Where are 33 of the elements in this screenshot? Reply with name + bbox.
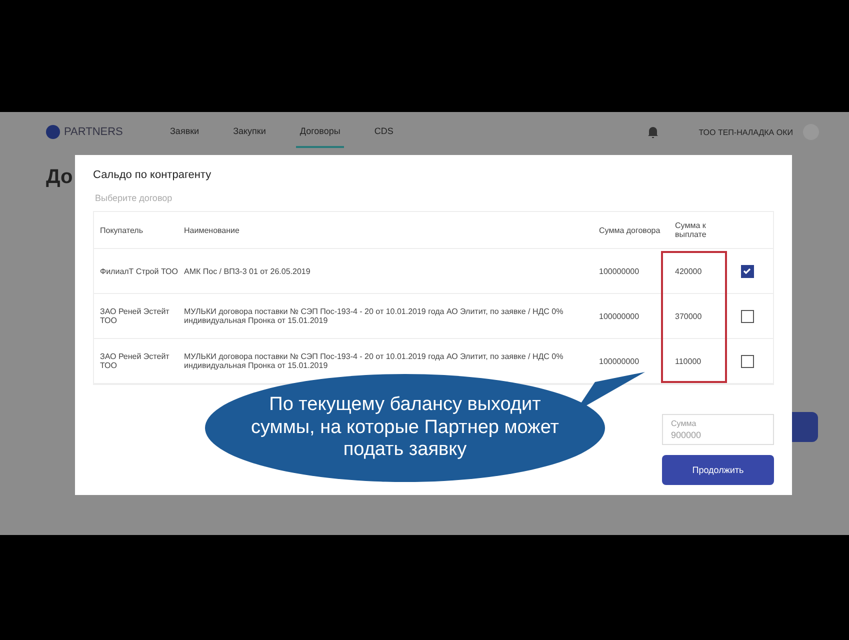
table-cell-text: 100000000	[599, 312, 640, 320]
table-cell-text: 110000	[674, 356, 702, 366]
page-title: До	[46, 166, 73, 188]
column-header: Наименование	[184, 226, 240, 234]
logo-icon	[46, 125, 60, 139]
table-cell-text: 100000000	[599, 266, 640, 276]
table-cell-text: ЗАО Реней Эстейт ТОО	[100, 307, 170, 325]
dialog-title: Сальдо по контрагенту	[93, 169, 212, 181]
table-cell-text: МУЛЬКИ договора поставки № СЭП Пос-193-4 - 20 от 10.01.2019 года АО Элитит, по заявке / НДС 0% индивидуальная Пронка от 15.01.2019	[184, 307, 564, 325]
table-cell-text: 100000000	[599, 356, 640, 366]
nav-tab[interactable]: Закупки	[229, 116, 270, 148]
table-cell-text: АМК Пос / ВПЗ-3 01 от 26.05.2019	[184, 266, 312, 276]
table-cell-text: 370000	[674, 312, 703, 320]
nav-tab[interactable]: CDS	[370, 116, 398, 148]
table-cell-text: МУЛЬКИ договора поставки № СЭП Пос-193-4 - 20 от 10.01.2019 года АО Элитит, по заявке / НДС 0% индивидуальная Пронка от 15.01.2019	[184, 352, 564, 370]
sum-field[interactable]: Сумма 900000	[662, 414, 774, 445]
continue-button[interactable]: Продолжить	[662, 455, 774, 485]
nav-tab[interactable]: Договоры	[296, 116, 344, 148]
company-name[interactable]: ТОО ТЕП-НАЛАДКА ОКИ	[698, 128, 793, 136]
column-header: Сумма договора	[599, 226, 661, 234]
table-cell-text: ФилиалТ Строй ТОО	[100, 266, 179, 276]
row-checkbox[interactable]	[740, 264, 754, 278]
check-icon	[742, 266, 752, 276]
column-header: Сумма к выплате	[674, 221, 708, 239]
bell-icon[interactable]	[646, 125, 659, 139]
row-checkbox[interactable]	[740, 310, 754, 322]
nav-tab[interactable]: Заявки	[166, 116, 204, 148]
table-cell-text: 420000	[674, 266, 703, 276]
column-header: Покупатель	[100, 226, 144, 234]
logo-text: PARTNERS	[64, 126, 123, 138]
callout-text: По текущему балансу выходит суммы, на которые Партнер может подать заявку	[250, 394, 560, 462]
row-checkbox[interactable]	[740, 354, 754, 368]
table-cell-text: ЗАО Реней Эстейт ТОО	[100, 352, 170, 370]
